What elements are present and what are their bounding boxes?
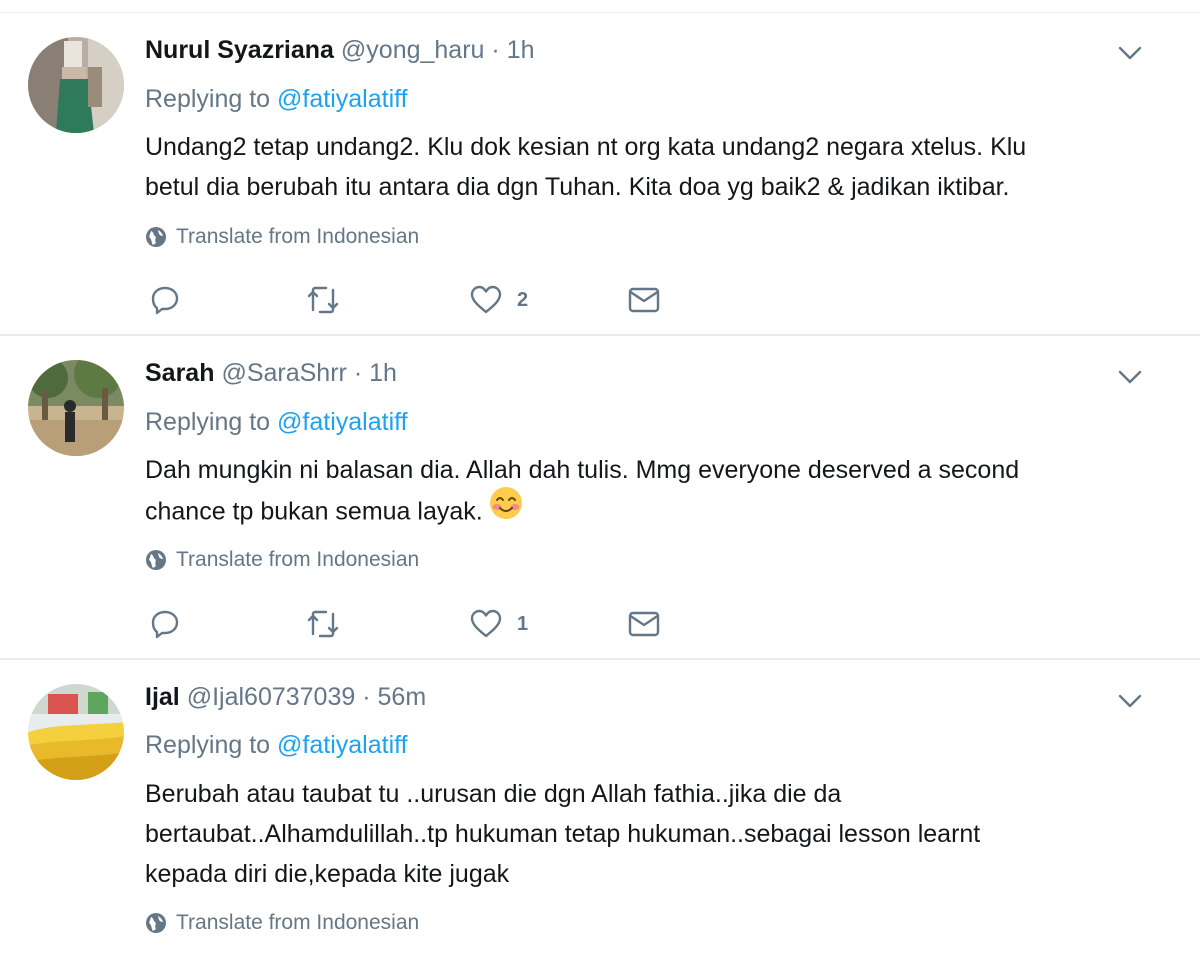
tweet-header: Sarah @SaraShrr · 1h [145, 358, 397, 388]
timestamp[interactable]: 56m [378, 683, 427, 711]
tweet-text-line: Undang2 tetap undang2. Klu dok kesian nt… [145, 133, 1027, 161]
retweet-icon [307, 610, 339, 638]
display-name[interactable]: Nurul Syazriana [145, 36, 334, 64]
retweet-button[interactable] [305, 604, 341, 644]
chevron-down-icon[interactable] [1116, 43, 1144, 63]
user-handle[interactable]: @SaraShrr [221, 359, 346, 387]
direct-message-icon [628, 287, 660, 313]
translate-link[interactable]: Translate from Indonesian [145, 910, 419, 936]
like-button[interactable]: 1 [469, 604, 528, 644]
translate-link[interactable]: Translate from Indonesian [145, 547, 419, 573]
replying-to: Replying to @fatiyalatiff [145, 407, 408, 437]
tweet-header: Nurul Syazriana @yong_haru · 1h [145, 35, 534, 65]
tweet[interactable]: Nurul Syazriana @yong_haru · 1h Replying… [0, 0, 1200, 336]
tweet-text-line: kepada diri die,kepada kite jugak [145, 860, 510, 888]
display-name[interactable]: Ijal [145, 683, 180, 711]
reply-button[interactable] [149, 280, 181, 320]
separator-dot: · [491, 36, 500, 64]
globe-icon [146, 550, 166, 570]
reply-icon [151, 610, 179, 639]
tweet-text-line: bertaubat..Alhamdulillah..tp hukuman tet… [145, 820, 981, 848]
tweet-actions: 1 [145, 604, 705, 644]
translate-label[interactable]: Translate from Indonesian [176, 224, 419, 250]
direct-message-button[interactable] [627, 280, 661, 320]
tweet-text-line: betul dia berubah itu antara dia dgn Tuh… [145, 173, 1010, 201]
tweet-text-line: chance tp bukan semua layak. [145, 487, 1155, 536]
timestamp[interactable]: 1h [507, 36, 535, 64]
like-count: 1 [517, 612, 529, 635]
user-handle[interactable]: @yong_haru [341, 36, 485, 64]
globe-icon [146, 227, 166, 247]
separator-dot: · [362, 683, 371, 711]
avatar[interactable] [28, 684, 124, 780]
tweet[interactable]: Sarah @SaraShrr · 1h Replying to @fatiya… [0, 336, 1200, 660]
chevron-down-icon[interactable] [1116, 691, 1144, 711]
chevron-down-icon[interactable] [1116, 367, 1144, 387]
user-handle[interactable]: @Ijal60737039 [187, 683, 356, 711]
mention-link[interactable]: @fatiyalatiff [277, 85, 408, 113]
translate-link[interactable]: Translate from Indonesian [145, 224, 419, 250]
replying-prefix: Replying to [145, 731, 271, 759]
like-button[interactable]: 2 [469, 280, 528, 320]
reply-icon [151, 286, 179, 315]
mention-link[interactable]: @fatiyalatiff [277, 408, 408, 436]
translate-label[interactable]: Translate from Indonesian [176, 910, 419, 936]
tweet-text: Berubah atau taubat tu ..urusan die dgn … [145, 774, 1155, 894]
globe-icon [146, 913, 166, 933]
replying-to: Replying to @fatiyalatiff [145, 84, 408, 114]
like-count: 2 [517, 288, 529, 311]
direct-message-icon [628, 611, 660, 637]
avatar[interactable] [28, 360, 124, 456]
tweet[interactable]: Ijal @Ijal60737039 · 56m Replying to @fa… [0, 660, 1200, 960]
heart-icon [470, 609, 502, 638]
mention-link[interactable]: @fatiyalatiff [277, 731, 408, 759]
tweet-header: Ijal @Ijal60737039 · 56m [145, 682, 426, 712]
replying-to: Replying to @fatiyalatiff [145, 730, 408, 760]
replying-prefix: Replying to [145, 85, 271, 113]
retweet-icon [307, 286, 339, 314]
tweet-text: Undang2 tetap undang2. Klu dok kesian nt… [145, 127, 1155, 207]
heart-icon [470, 285, 502, 314]
tweet-actions: 2 [145, 280, 705, 320]
translate-label[interactable]: Translate from Indonesian [176, 547, 419, 573]
tweet-text: Dah mungkin ni balasan dia. Allah dah tu… [145, 450, 1155, 536]
tweet-text-fragment: chance tp bukan semua layak. [145, 497, 483, 526]
smiling-face-emoji [489, 486, 523, 532]
separator-dot: · [353, 359, 363, 387]
avatar[interactable] [28, 37, 124, 133]
direct-message-button[interactable] [627, 604, 661, 644]
tweet-text-line: Dah mungkin ni balasan dia. Allah dah tu… [145, 456, 1020, 484]
reply-button[interactable] [149, 604, 181, 644]
display-name[interactable]: Sarah [145, 359, 214, 387]
tweet-text-line: Berubah atau taubat tu ..urusan die dgn … [145, 780, 842, 808]
replying-prefix: Replying to [145, 408, 271, 436]
timestamp[interactable]: 1h [369, 359, 397, 387]
retweet-button[interactable] [305, 280, 341, 320]
